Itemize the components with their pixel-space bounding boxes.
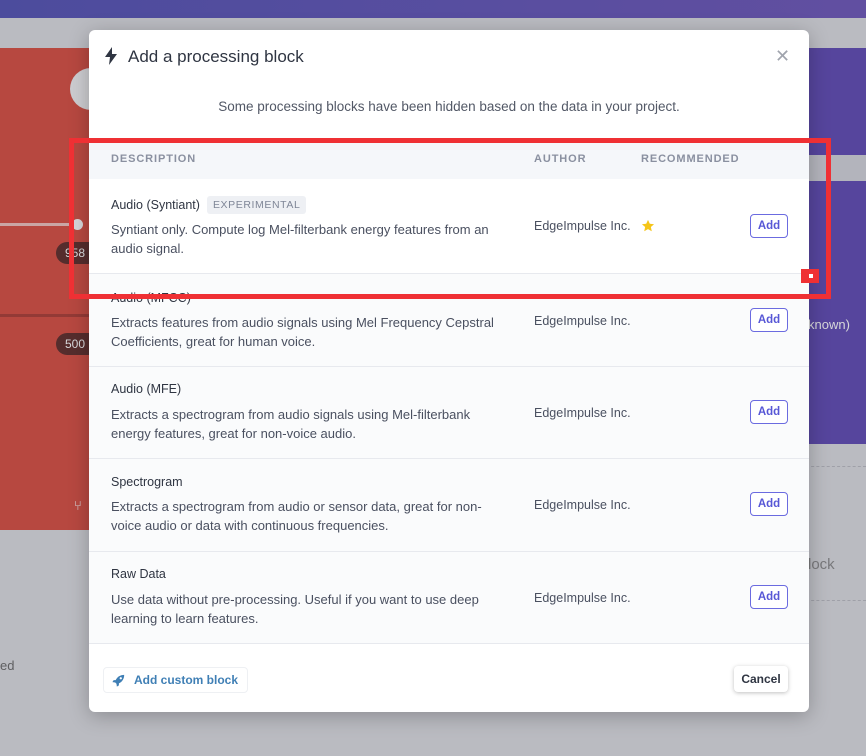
highlight-resize-handle[interactable] [801, 269, 819, 283]
table-row: Raw Data Use data without pre-processing… [89, 552, 809, 644]
block-author: EdgeImpulse Inc. [534, 406, 631, 420]
rocket-icon [112, 674, 125, 687]
block-description: Extracts a spectrogram from audio or sen… [111, 499, 482, 533]
hidden-blocks-notice: Some processing blocks have been hidden … [218, 99, 680, 114]
add-button[interactable]: Add [750, 585, 788, 609]
block-name: Audio (MFE) [111, 382, 182, 396]
add-button[interactable]: Add [750, 308, 788, 332]
close-icon[interactable]: ✕ [775, 46, 790, 67]
table-row: Spectrogram Extracts a spectrogram from … [89, 459, 809, 552]
highlight-rectangle [69, 138, 831, 299]
lightning-icon [105, 47, 117, 65]
add-processing-block-modal: Add a processing block ✕ Some processing… [89, 30, 809, 712]
cancel-button[interactable]: Cancel [734, 666, 788, 692]
block-description: Extracts features from audio signals usi… [111, 315, 494, 349]
block-author: EdgeImpulse Inc. [534, 591, 631, 605]
add-custom-block-button[interactable]: Add custom block [103, 667, 249, 693]
block-description: Extracts a spectrogram from audio signal… [111, 407, 471, 441]
block-author: EdgeImpulse Inc. [534, 314, 631, 328]
add-button[interactable]: Add [750, 400, 788, 424]
modal-title: Add a processing block [128, 47, 304, 66]
modal-header: Add a processing block ✕ [89, 30, 809, 86]
add-custom-block-label: Add custom block [134, 673, 239, 687]
add-button[interactable]: Add [750, 492, 788, 516]
table-row: Audio (MFE) Extracts a spectrogram from … [89, 367, 809, 459]
block-author: EdgeImpulse Inc. [534, 498, 631, 512]
block-description: Use data without pre-processing. Useful … [111, 592, 479, 626]
block-name: Spectrogram [111, 475, 183, 489]
block-name: Raw Data [111, 567, 166, 581]
